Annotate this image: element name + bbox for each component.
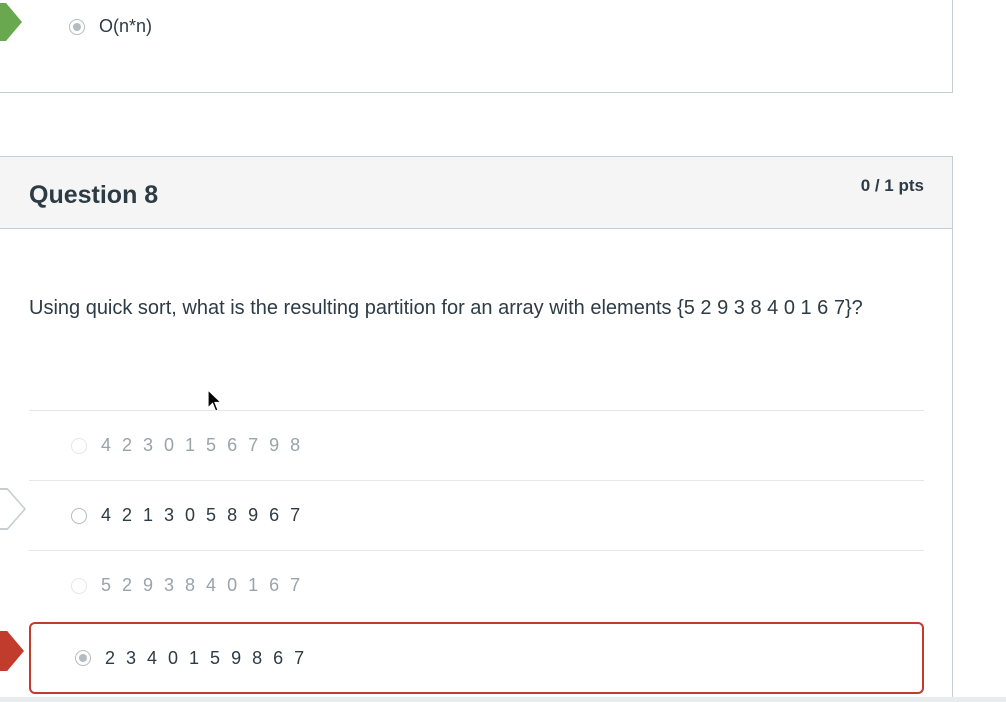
radio-icon <box>71 577 87 594</box>
radio-icon <box>71 437 87 454</box>
question-title: Question 8 <box>29 181 159 209</box>
answer-option-selected-wrong: 2 3 4 0 1 5 9 8 6 7 <box>29 622 924 694</box>
question-text: Using quick sort, what is the resulting … <box>29 297 863 319</box>
question-points: 0 / 1 pts <box>860 176 924 195</box>
question-panel: Question 8 0 / 1 pts Using quick sort, w… <box>0 156 953 702</box>
bottom-strip <box>0 697 1006 702</box>
previous-question-panel: O(n*n) <box>0 0 953 93</box>
answer-label: 2 3 4 0 1 5 9 8 6 7 <box>105 647 308 668</box>
radio-selected-icon <box>75 650 91 666</box>
answer-list: 4 2 3 0 1 5 6 7 9 8 4 2 1 3 0 5 8 9 6 7 … <box>29 410 924 694</box>
radio-selected-icon <box>69 18 85 35</box>
question-header: Question 8 0 / 1 pts <box>0 157 952 229</box>
mouse-cursor-icon <box>207 389 223 412</box>
answer-label: 4 2 3 0 1 5 6 7 9 8 <box>101 435 304 455</box>
radio-icon <box>71 507 87 524</box>
answer-label: 4 2 1 3 0 5 8 9 6 7 <box>101 505 304 525</box>
previous-answer-option: O(n*n) <box>69 16 152 37</box>
answer-option: 5 2 9 3 8 4 0 1 6 7 <box>29 550 924 620</box>
quiz-results-page: O(n*n) Question 8 0 / 1 pts Using quick … <box>0 0 1006 702</box>
previous-answer-label: O(n*n) <box>99 16 153 36</box>
answer-option-correct: 4 2 1 3 0 5 8 9 6 7 <box>29 480 924 550</box>
answer-label: 5 2 9 3 8 4 0 1 6 7 <box>101 575 304 595</box>
answer-option: 4 2 3 0 1 5 6 7 9 8 <box>29 410 924 480</box>
